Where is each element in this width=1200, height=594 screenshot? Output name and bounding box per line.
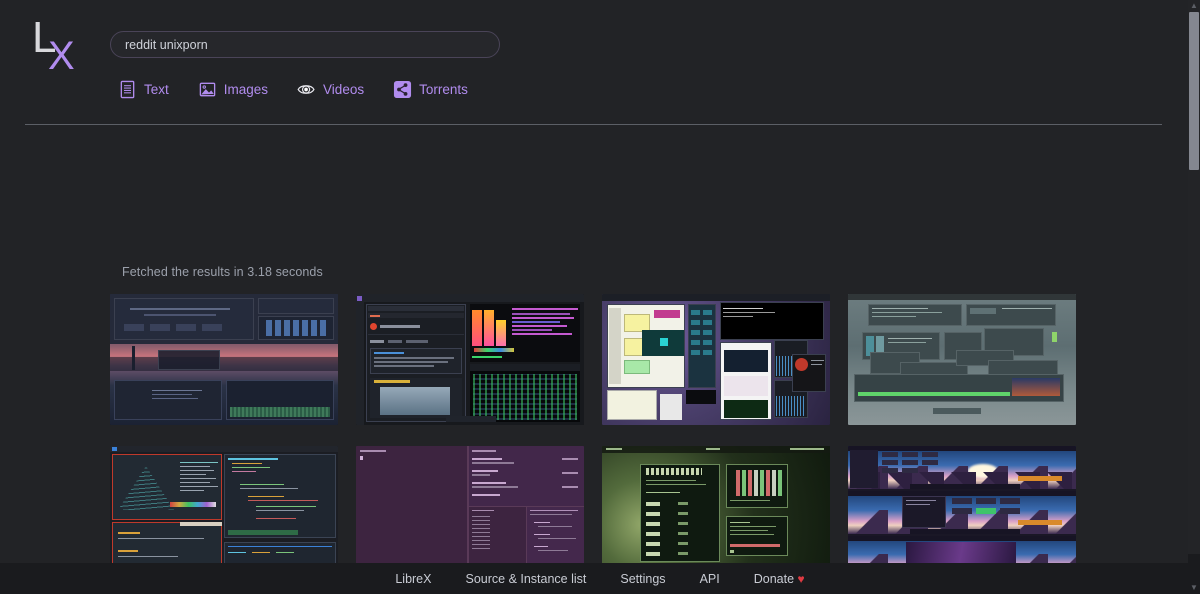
image-icon: [199, 82, 216, 97]
heart-icon: ♥: [797, 571, 805, 586]
image-result[interactable]: [602, 446, 830, 577]
logo-letter-x: X: [48, 34, 75, 78]
tab-torrents[interactable]: Torrents: [393, 80, 468, 99]
thumb-art: [848, 446, 1076, 577]
footer-link-api[interactable]: API: [700, 572, 720, 586]
thumb-art: [356, 446, 584, 577]
document-icon: [120, 80, 135, 99]
page-scrollbar[interactable]: ▲ ▼: [1188, 0, 1200, 594]
footer-link-donate[interactable]: Donate ♥: [754, 572, 805, 586]
tab-torrents-label: Torrents: [419, 82, 468, 97]
image-result[interactable]: [356, 294, 584, 425]
image-result[interactable]: [356, 446, 584, 577]
image-results-grid: 15: [110, 294, 1080, 594]
scroll-down-arrow[interactable]: ▼: [1188, 582, 1200, 594]
scrollbar-thumb[interactable]: [1189, 12, 1199, 170]
image-result[interactable]: [110, 294, 338, 425]
site-header: L X Text Image: [0, 0, 1188, 125]
tab-videos[interactable]: Videos: [297, 80, 364, 99]
image-result[interactable]: [848, 446, 1076, 577]
footer-link-librex[interactable]: LibreX: [395, 572, 431, 586]
thumb-art: [602, 294, 830, 425]
tab-text-label: Text: [144, 82, 169, 97]
results-status: Fetched the results in 3.18 seconds: [122, 265, 323, 279]
thumb-art: [602, 446, 830, 577]
page-scroll-container[interactable]: L X Text Image: [0, 0, 1188, 594]
footer-link-settings[interactable]: Settings: [620, 572, 665, 586]
eye-icon: [297, 85, 315, 94]
image-result[interactable]: [602, 294, 830, 425]
thumb-art: [848, 294, 1076, 425]
tab-videos-label: Videos: [323, 82, 365, 97]
search-type-tabs: Text Images Videos Torrents: [118, 80, 468, 99]
librex-logo[interactable]: L X: [30, 16, 90, 78]
thumb-art: [356, 294, 584, 425]
donate-label: Donate: [753, 571, 795, 586]
image-result[interactable]: [110, 446, 338, 577]
header-divider: [25, 124, 1162, 125]
share-icon: [394, 80, 412, 99]
thumb-art: [110, 294, 338, 425]
footer-link-source[interactable]: Source & Instance list: [465, 572, 586, 586]
site-footer: LibreX Source & Instance list Settings A…: [0, 563, 1200, 594]
tab-images[interactable]: Images: [198, 80, 268, 99]
tab-images-label: Images: [223, 82, 269, 97]
tab-text[interactable]: Text: [118, 80, 169, 99]
search-input[interactable]: [110, 31, 500, 58]
thumb-art: [110, 446, 338, 577]
scroll-up-arrow[interactable]: ▲: [1188, 0, 1200, 12]
image-result[interactable]: [848, 294, 1076, 425]
